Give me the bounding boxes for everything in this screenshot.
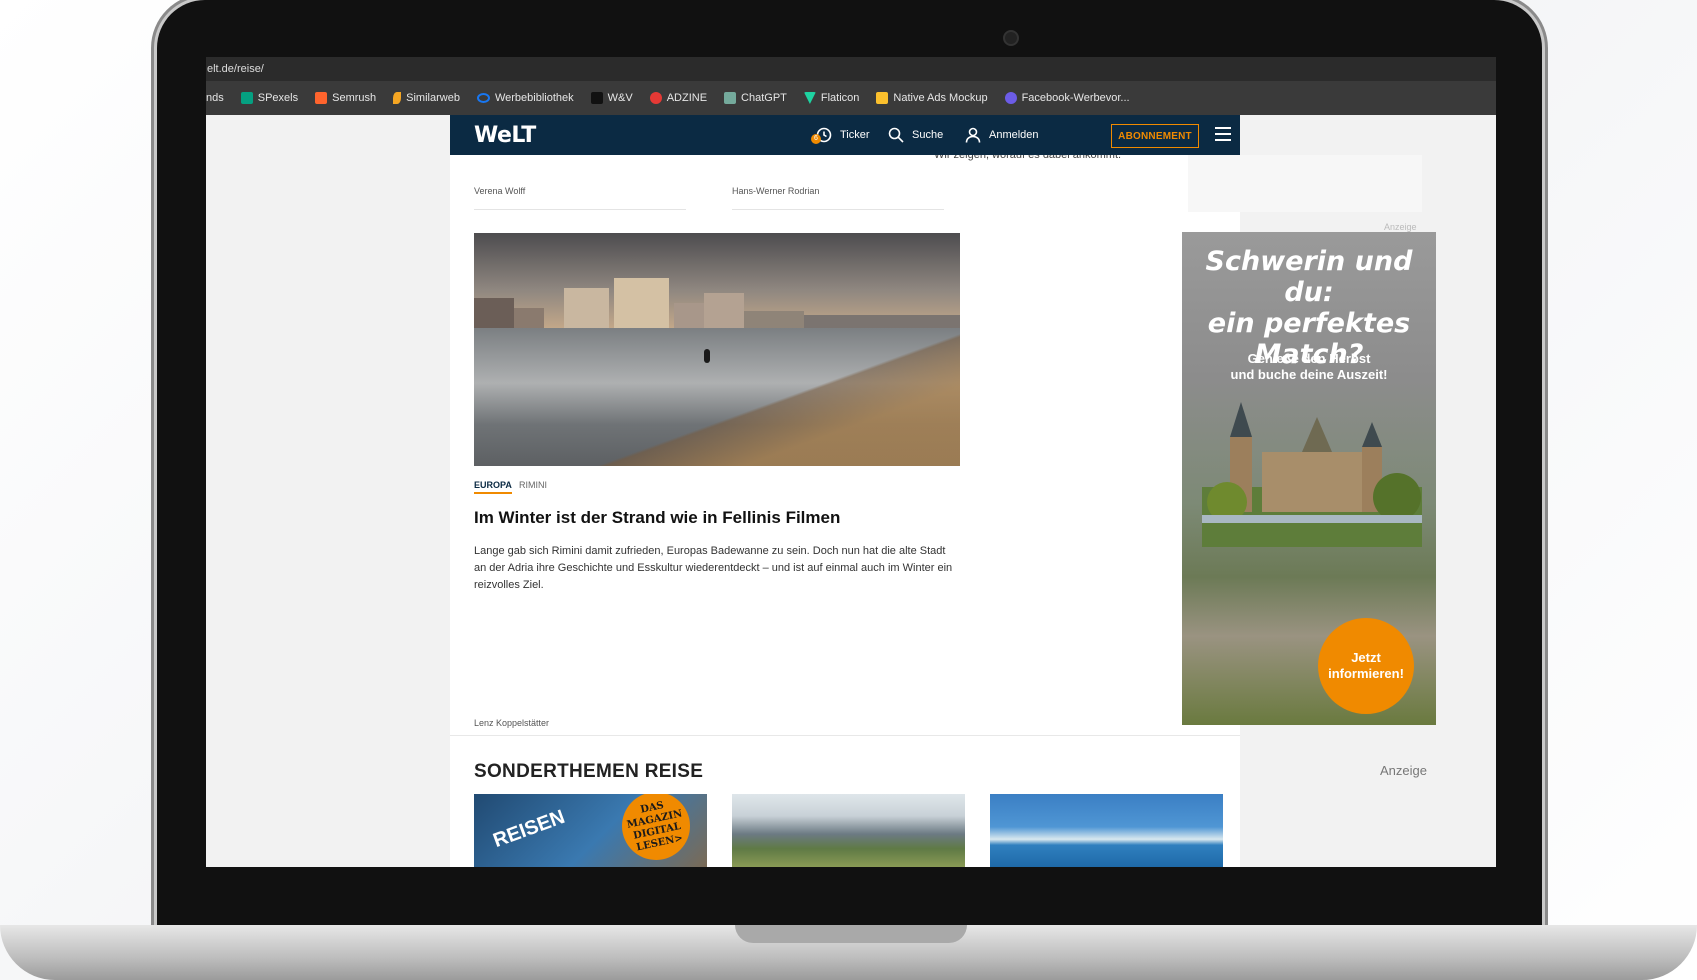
category-link[interactable]: EUROPA <box>474 480 512 494</box>
divider <box>474 209 686 210</box>
pexels-icon <box>240 92 253 104</box>
bookmark-item[interactable]: nds <box>206 92 224 104</box>
clock-icon: 6 <box>811 127 832 144</box>
site-header: WeLT 6 Ticker Suche Anmelden ABONNEMENT <box>450 115 1240 155</box>
bookmark-item[interactable]: W&V <box>590 92 633 104</box>
city-skyline <box>474 278 960 338</box>
web-page: Wir zeigen, worauf es dabei ankommt. Ver… <box>206 115 1496 867</box>
ad-label: Anzeige <box>1380 763 1427 778</box>
subscribe-button[interactable]: ABONNEMENT <box>1111 124 1199 148</box>
search-button[interactable]: Suche <box>888 115 943 155</box>
facebook-icon <box>1004 92 1017 104</box>
adzine-icon <box>649 92 662 104</box>
bookmark-item[interactable]: Semrush <box>315 92 376 104</box>
bookmark-item[interactable]: Similarweb <box>393 92 460 104</box>
mockup-icon <box>876 92 889 104</box>
search-label: Suche <box>912 129 944 141</box>
ad-headline-line: ein perfektes <box>1207 308 1411 339</box>
bookmark-label: Similarweb <box>406 92 460 104</box>
section-title: SONDERTHEMEN REISE <box>474 761 704 782</box>
meta-icon <box>476 93 490 103</box>
ad-banner[interactable]: Schwerin und du: ein perfektes Match? Ge… <box>1182 232 1436 725</box>
ad-label: Anzeige <box>1384 222 1417 232</box>
bookmark-item[interactable]: Werbebibliothek <box>476 92 574 104</box>
divider <box>732 209 944 210</box>
hamburger-menu-icon[interactable] <box>1215 127 1231 141</box>
ticker-badge: 6 <box>811 134 821 144</box>
cta-line: Jetzt <box>1351 650 1381 665</box>
wv-icon <box>590 92 603 104</box>
bookmark-item[interactable]: Flaticon <box>803 92 860 104</box>
address-bar[interactable]: elt.de/reise/ <box>206 57 1496 81</box>
bookmark-item[interactable]: ChatGPT <box>724 92 787 104</box>
bookmarks-bar: nds SPexels Semrush Similarweb Werbebibl… <box>206 81 1496 115</box>
content-column <box>450 115 1240 867</box>
ad-headline-line: Schwerin und du: <box>1205 246 1413 308</box>
camera-icon <box>1003 30 1019 46</box>
magazine-cover-text: REISEN <box>490 805 568 853</box>
ad-slot <box>1188 155 1422 212</box>
bookmark-item[interactable]: Native Ads Mockup <box>876 92 988 104</box>
bookmark-label: Facebook-Werbevor... <box>1021 92 1130 104</box>
screen: elt.de/reise/ nds SPexels Semrush Simila… <box>206 57 1496 867</box>
laptop-notch <box>735 925 967 943</box>
url-text: elt.de/reise/ <box>207 63 264 75</box>
article-teaser[interactable]: Lange gab sich Rimini damit zufrieden, E… <box>474 543 954 594</box>
article-headline[interactable]: Im Winter ist der Strand wie in Fellinis… <box>474 508 840 528</box>
site-logo[interactable]: WeLT <box>474 123 536 148</box>
bookmark-label: ADZINE <box>666 92 708 104</box>
bookmark-item[interactable]: Facebook-Werbevor... <box>1004 92 1130 104</box>
search-icon <box>888 127 904 143</box>
bookmark-label: SPexels <box>257 92 299 104</box>
ticker-button[interactable]: 6 Ticker <box>811 115 870 155</box>
bookmark-label: Semrush <box>332 92 377 104</box>
ad-cta-button[interactable]: Jetzt informieren! <box>1318 618 1414 714</box>
ad-subline-line: und buche deine Auszeit! <box>1230 367 1388 382</box>
castle-illustration <box>1202 402 1422 547</box>
ticker-label: Ticker <box>840 129 870 141</box>
bookmark-label: Werbebibliothek <box>494 92 574 104</box>
user-icon <box>965 127 981 143</box>
similarweb-icon <box>393 92 402 104</box>
magazine-badge: DAS MAGAZIN DIGITAL LESEN> <box>615 794 697 867</box>
cta-line: informieren! <box>1328 666 1404 681</box>
author-name[interactable]: Verena Wolff <box>474 186 525 196</box>
ad-subline: Genieße den Herbst und buche deine Ausze… <box>1182 351 1436 383</box>
bookmark-item[interactable]: ADZINE <box>649 92 708 104</box>
author-name[interactable]: Hans-Werner Rodrian <box>732 186 819 196</box>
login-button[interactable]: Anmelden <box>965 115 1039 155</box>
teaser-thumbnail[interactable] <box>990 794 1223 867</box>
ad-subline-line: Genieße den Herbst <box>1247 351 1371 366</box>
bookmark-label: nds <box>206 92 224 104</box>
flaticon-icon <box>803 92 816 104</box>
section-divider <box>450 735 1240 736</box>
login-label: Anmelden <box>989 129 1039 141</box>
bookmark-label: Native Ads Mockup <box>893 92 988 104</box>
bookmark-label: W&V <box>607 92 633 104</box>
bookmark-label: Flaticon <box>820 92 860 104</box>
chatgpt-icon <box>724 92 737 104</box>
teaser-thumbnail[interactable]: REISEN DAS MAGAZIN DIGITAL LESEN> <box>474 794 707 867</box>
surfer <box>704 349 710 363</box>
location-label: RIMINI <box>519 480 547 490</box>
semrush-icon <box>315 92 328 104</box>
bookmark-label: ChatGPT <box>741 92 787 104</box>
bookmark-item[interactable]: SPexels <box>240 92 299 104</box>
article-image[interactable] <box>474 233 960 466</box>
teaser-thumbnail[interactable] <box>732 794 965 867</box>
beach <box>474 328 960 466</box>
article-author[interactable]: Lenz Koppelstätter <box>474 718 549 728</box>
